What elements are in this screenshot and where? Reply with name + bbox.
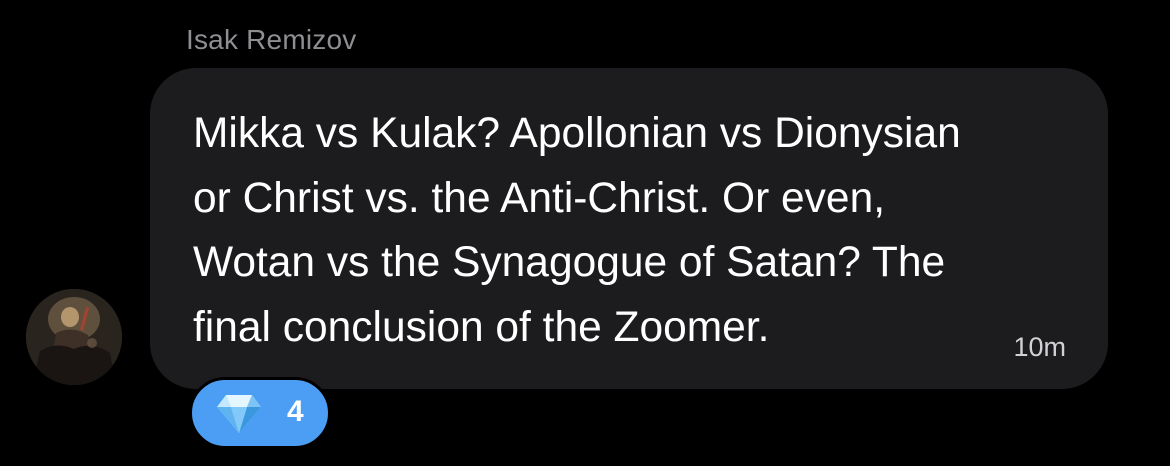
message-bubble[interactable]: Mikka vs Kulak? Apollonian vs Dionysian … xyxy=(150,68,1108,389)
message-timestamp: 10m xyxy=(1013,332,1066,362)
message-thread: Isak Remizov Mikka vs Kulak? Apollonian … xyxy=(0,0,1170,466)
gem-icon xyxy=(217,395,261,433)
avatar-image xyxy=(26,289,122,385)
reaction-pill[interactable]: 4 xyxy=(189,377,331,449)
message-text: Mikka vs Kulak? Apollonian vs Dionysian … xyxy=(193,110,961,351)
sender-name: Isak Remizov xyxy=(186,24,357,55)
reaction-count: 4 xyxy=(287,395,304,428)
avatar[interactable] xyxy=(26,289,122,385)
